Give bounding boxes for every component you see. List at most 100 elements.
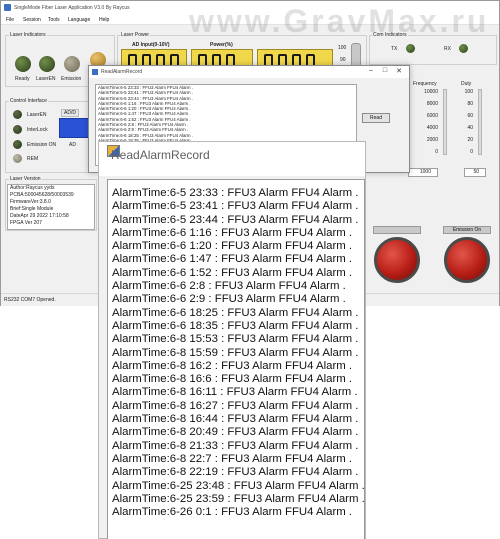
list-item: AlarmTime:6-5 23:41 : FFU3 Alarm FFU4 Al…	[112, 200, 359, 213]
menu-tools[interactable]: Tools	[48, 17, 60, 23]
slider-scale-90: 90	[340, 57, 346, 63]
close-icon[interactable]: ✕	[392, 67, 406, 75]
list-item: AlarmTime:6-8 22:19 : FFU3 Alarm FFU4 Al…	[112, 466, 359, 479]
small-dialog-title: ReadAlarmRecord	[101, 69, 143, 75]
app-title: SingleMode Fiber Laser Application V3.0 …	[14, 5, 130, 11]
emission-led	[64, 56, 80, 72]
emission-label: Emission	[61, 76, 82, 82]
version-line: FPGA Ver 207	[10, 220, 42, 226]
dialog-icon	[92, 69, 98, 75]
laser-en-button-caption	[373, 226, 421, 234]
duty-scale-60: 60	[467, 113, 473, 119]
com-indicators-group	[369, 35, 497, 65]
emission-on-button[interactable]	[444, 237, 490, 283]
freq-scale-2000: 2000	[426, 137, 438, 143]
list-item: AlarmTime:6-5 23:44 : FFU3 Alarm FFU4 Al…	[112, 213, 359, 226]
version-line: Author:Raycus yyds	[10, 185, 55, 191]
list-item: AlarmTime:6-25 23:59 : FFU3 Alarm FFU4 A…	[112, 492, 365, 505]
minimize-icon[interactable]: –	[364, 67, 378, 74]
rx-label: RX	[444, 46, 451, 52]
zoomed-dialog-titlebar: ReadAlarmRecord	[99, 142, 365, 176]
zoomed-alarm-list[interactable]: AlarmTime:6-5 23:33 : FFU3 Alarm FFU4 Al…	[107, 179, 365, 539]
version-line: PCBA:500045628/50003539	[10, 192, 74, 198]
duty-scale-0: 0	[470, 149, 473, 155]
freq-scale-8000: 8000	[426, 101, 438, 107]
duty-input[interactable]: 50	[464, 168, 486, 177]
menu-session[interactable]: Session	[23, 17, 41, 23]
list-item: AlarmTime:6-6 18:35 : FFU3 Alarm FFU4 Al…	[112, 319, 359, 332]
laser-power-title: Laser Power	[120, 32, 151, 38]
interlock-label: InterLock	[27, 127, 48, 133]
laser-en-label: LaserEN	[36, 76, 56, 82]
ready-led	[15, 56, 31, 72]
duty-label: Duty	[461, 81, 472, 87]
list-item: AlarmTime:6-8 20:49 : FFU3 Alarm FFU4 Al…	[112, 426, 359, 439]
menu-language[interactable]: Language	[68, 17, 90, 23]
duty-scale-80: 80	[467, 101, 473, 107]
small-dialog-titlebar: ReadAlarmRecord – □ ✕	[89, 66, 409, 78]
duty-scale-100: 100	[464, 89, 473, 95]
app-icon	[4, 4, 11, 11]
list-item: AlarmTime:6-6 2:8 : FFU3 Alarm FFU4 Alar…	[112, 280, 346, 293]
frequency-label: Frequency	[413, 81, 437, 87]
list-item: AlarmTime:6-8 15:59 : FFU3 Alarm FFU4 Al…	[112, 346, 359, 359]
screen: SingleMode Fiber Laser Application V3.0 …	[0, 0, 500, 539]
version-line: Brief:Single Module	[10, 206, 54, 212]
list-item: AlarmTime:6-6 1:47 : FFU3 Alarm FFU4 Ala…	[112, 253, 353, 266]
list-item: AlarmTime:6-6 18:25 : FFU3 Alarm FFU4 Al…	[112, 306, 359, 319]
list-item: AlarmTime:6-8 21:33 : FFU3 Alarm FFU4 Al…	[112, 439, 359, 452]
menu-help[interactable]: Help	[99, 17, 109, 23]
maximize-icon[interactable]: □	[378, 67, 392, 74]
ad-input-label: AD Input(0-10V)	[132, 42, 170, 48]
power-slider[interactable]	[351, 43, 361, 67]
list-item: AlarmTime:6-6 1:16 : FFU3 Alarm FFU4 Ala…	[112, 226, 353, 239]
read-alarm-dialog-zoomed: ReadAlarmRecord AlarmTime:6-5 23:33 : FF…	[98, 141, 366, 539]
laser-en-control-led	[13, 110, 22, 119]
frequency-input[interactable]: 1000	[408, 168, 438, 177]
list-item: AlarmTime:6-8 16:27 : FFU3 Alarm FFU4 Al…	[112, 399, 359, 412]
rem-led	[13, 154, 22, 163]
ad-mode-label: AD	[69, 142, 76, 148]
duty-scale-20: 20	[467, 137, 473, 143]
ready-label: Ready	[15, 76, 30, 82]
laser-en-control-label: LaserEN	[27, 112, 47, 118]
frequency-slider[interactable]	[443, 89, 447, 155]
version-line: FirmwareVer:3.8.0	[10, 199, 51, 205]
interlock-led	[13, 125, 22, 134]
menu-file[interactable]: File	[6, 17, 14, 23]
power-label: Power(%)	[210, 42, 233, 48]
list-item: AlarmTime:6-25 23:48 : FFU3 Alarm FFU4 A…	[112, 479, 365, 492]
version-line: DateApr 29 2022 17:10:58	[10, 213, 69, 219]
list-item: AlarmTime:6-8 16:44 : FFU3 Alarm FFU4 Al…	[112, 413, 359, 426]
list-item: AlarmTime:6-8 16:6 : FFU3 Alarm FFU4 Ala…	[112, 373, 353, 386]
emission-on-caption: Emission On	[443, 226, 491, 234]
list-item: AlarmTime:6-6 1:20 : FFU3 Alarm FFU4 Ala…	[112, 240, 353, 253]
laser-version-title: Laser Version	[9, 176, 42, 182]
list-item: AlarmTime:6-6 2:9 : FFU3 Alarm FFU4 Alar…	[112, 293, 346, 306]
duty-slider[interactable]	[478, 89, 482, 155]
rx-led	[459, 44, 468, 53]
list-item: AlarmTime:6-26 0:1 : FFU3 Alarm FFU4 Ala…	[112, 506, 353, 519]
control-interface-title: Control Interface	[9, 98, 48, 104]
freq-scale-4000: 4000	[426, 125, 438, 131]
list-item: AlarmTime:6-6 1:52 : FFU3 Alarm FFU4 Ala…	[112, 266, 353, 279]
slider-scale-100: 100	[338, 45, 347, 51]
laser-indicators-title: Laser Indicators	[9, 32, 47, 38]
version-info-box: Author:Raycus yyds PCBA:500045628/500035…	[7, 184, 95, 230]
laser-en-led	[39, 56, 55, 72]
status-text: RS232 COM7 Opened.	[4, 297, 56, 303]
list-item: AlarmTime:6-8 16:2 : FFU3 Alarm FFU4 Ala…	[112, 359, 353, 372]
ad-tab[interactable]: AD/D	[61, 109, 79, 117]
laser-en-button[interactable]	[374, 237, 420, 283]
zoomed-dialog-title: ReadAlarmRecord	[111, 148, 210, 162]
duty-scale-40: 40	[467, 125, 473, 131]
freq-scale-10000: 10000	[424, 89, 438, 95]
rem-label: REM	[27, 156, 39, 162]
list-item: AlarmTime:6-8 16:11 : FFU3 Alarm FFU4 Al…	[112, 386, 358, 399]
list-item: AlarmTime:6-8 15:53 : FFU3 Alarm FFU4 Al…	[112, 333, 359, 346]
tx-led	[406, 44, 415, 53]
tx-label: TX	[391, 46, 398, 52]
emission-on-label: Emission ON	[27, 142, 57, 148]
freq-scale-0: 0	[435, 149, 438, 155]
read-button[interactable]: Read	[362, 113, 390, 123]
